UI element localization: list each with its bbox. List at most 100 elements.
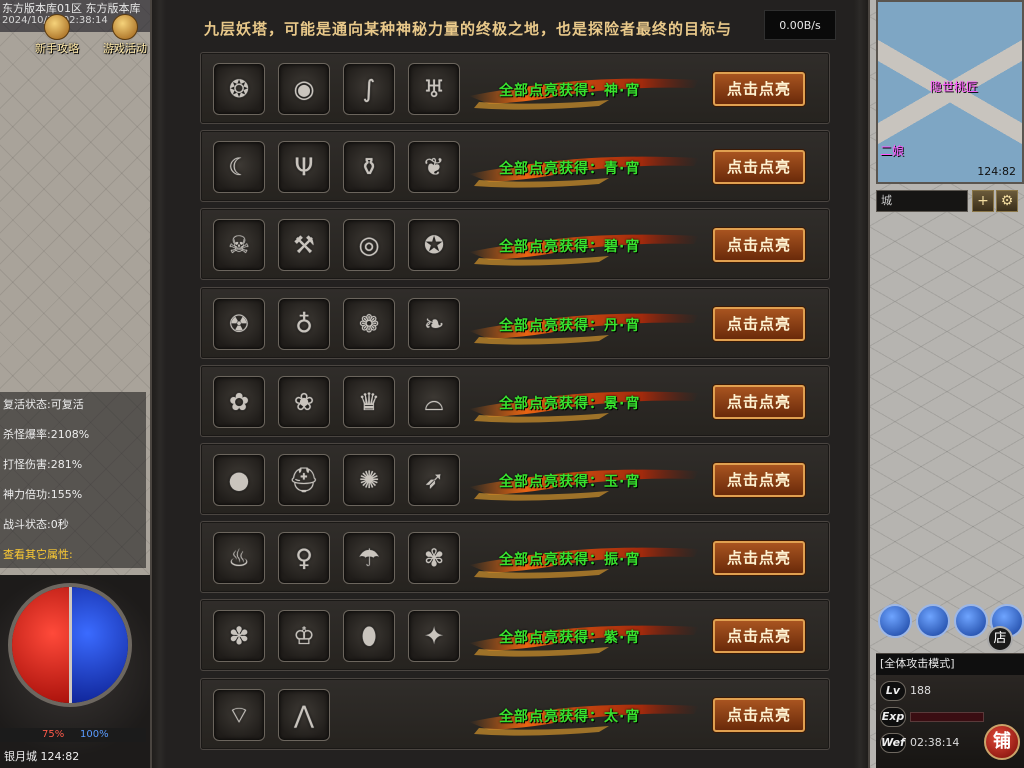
guide-icon <box>44 14 70 40</box>
light-up-button[interactable]: 点击点亮 <box>713 698 805 732</box>
chat-input[interactable]: 城 <box>876 190 968 212</box>
axe-icon: ⚒ <box>293 231 315 259</box>
lantern-icon: ♅ <box>423 75 445 103</box>
reward-text: 全部点亮获得：振·宵 <box>499 552 641 568</box>
level-tag: Lv <box>880 681 906 701</box>
item-slot[interactable]: ⌓ <box>408 376 460 428</box>
light-up-button[interactable]: 点击点亮 <box>713 307 805 341</box>
reward-text: 全部点亮获得：青·宵 <box>499 161 641 177</box>
item-slot[interactable]: ⋀ <box>278 689 330 741</box>
item-slot[interactable]: ⚱ <box>343 141 395 193</box>
light-up-button[interactable]: 点击点亮 <box>713 385 805 419</box>
orb-icon: ✪ <box>423 231 445 259</box>
newbie-guide-button[interactable]: 新手攻略 <box>34 14 80 55</box>
item-slot[interactable]: ❁ <box>343 298 395 350</box>
mp-half <box>70 587 128 703</box>
reward-text: 全部点亮获得：景·宵 <box>499 396 641 412</box>
item-slot[interactable]: ✽ <box>213 610 265 662</box>
item-slot[interactable]: ⬮ <box>343 610 395 662</box>
item-slot[interactable]: ❦ <box>408 141 460 193</box>
shop-button[interactable]: 铺 <box>984 724 1020 760</box>
lotus-icon: ✿ <box>228 388 250 416</box>
item-slot[interactable]: ♁ <box>278 298 330 350</box>
settings-button[interactable]: ⚙ <box>996 190 1018 212</box>
wef-tag: Wef <box>880 733 906 753</box>
item-slot[interactable]: ☂ <box>343 532 395 584</box>
time-row: Wef 02:38:14 <box>880 733 984 755</box>
collection-row: ♨ ♀ ☂ ✾ 全部点亮获得：振·宵 点击点亮 <box>200 521 830 593</box>
item-slot[interactable]: ✺ <box>343 454 395 506</box>
collection-row: ☠ ⚒ ◎ ✪ 全部点亮获得：碧·宵 点击点亮 <box>200 208 830 280</box>
item-slot[interactable]: ✿ <box>213 376 265 428</box>
minimap[interactable]: 隐世桃匠 二娘 124:82 <box>876 0 1024 184</box>
stat-value: 0秒 <box>50 518 69 531</box>
skull-icon: ☢ <box>228 310 250 338</box>
newbie-guide-label: 新手攻略 <box>35 42 79 55</box>
reward-text: 全部点亮获得：太·宵 <box>499 709 641 725</box>
item-slot[interactable]: ✾ <box>408 532 460 584</box>
stat-divine-power: 神力倍功:155% <box>0 482 146 512</box>
compass-icon: ❁ <box>358 310 380 338</box>
exp-tag: Exp <box>880 707 906 727</box>
item-slot[interactable]: ❧ <box>408 298 460 350</box>
light-up-button[interactable]: 点击点亮 <box>713 72 805 106</box>
collection-row: ❂ ◉ ∫ ♅ 全部点亮获得：神·宵 点击点亮 <box>200 52 830 124</box>
light-up-button[interactable]: 点击点亮 <box>713 463 805 497</box>
stat-label: 神力倍功: <box>3 488 51 501</box>
level-row: Lv 188 <box>880 681 984 703</box>
item-slot[interactable]: ❂ <box>213 63 265 115</box>
collection-row: ● ⛑ ✺ ➶ 全部点亮获得：玉·宵 点击点亮 <box>200 443 830 515</box>
stone-icon: ● <box>228 466 250 494</box>
game-events-button[interactable]: 游戏活动 <box>102 14 148 55</box>
item-slot[interactable]: ❀ <box>278 376 330 428</box>
crown-icon: ♔ <box>293 622 315 650</box>
item-slot[interactable]: ◎ <box>343 219 395 271</box>
item-slot[interactable]: ∫ <box>343 63 395 115</box>
item-slot[interactable]: ⚒ <box>278 219 330 271</box>
stat-damage: 打怪伤害:281% <box>0 452 146 482</box>
orb-divider <box>69 587 72 703</box>
flame-crown-icon: ♛ <box>358 388 380 416</box>
collection-row: ✽ ♔ ⬮ ✦ 全部点亮获得：紫·宵 点击点亮 <box>200 599 830 671</box>
shield-skill-icon[interactable] <box>916 604 950 638</box>
item-slot[interactable]: Ψ <box>278 141 330 193</box>
item-slot[interactable]: ☢ <box>213 298 265 350</box>
light-up-button[interactable]: 点击点亮 <box>713 150 805 184</box>
character-skill-icon[interactable] <box>878 604 912 638</box>
item-slot[interactable]: ♀ <box>278 532 330 584</box>
attack-mode-indicator[interactable]: [全体攻击模式] <box>876 653 1024 675</box>
item-slot[interactable]: ♛ <box>343 376 395 428</box>
light-up-button[interactable]: 点击点亮 <box>713 541 805 575</box>
ring-icon: ❂ <box>228 75 250 103</box>
item-slot[interactable]: ⌔ <box>213 689 265 741</box>
item-slot[interactable]: ☠ <box>213 219 265 271</box>
item-slot[interactable]: ♔ <box>278 610 330 662</box>
item-slot[interactable]: ● <box>213 454 265 506</box>
jar-icon: ⚱ <box>358 153 380 181</box>
item-slot[interactable]: ✪ <box>408 219 460 271</box>
add-button[interactable]: + <box>972 190 994 212</box>
item-slot[interactable]: ✦ <box>408 610 460 662</box>
target-skill-icon[interactable] <box>954 604 988 638</box>
item-slot[interactable]: ⛑ <box>278 454 330 506</box>
game-screen: 东方版本库01区 东方版本库 2024/10/17 02:38:14 新手攻略 … <box>0 0 1024 768</box>
nine-tower-dialog: 九层妖塔，可能是通向某种神秘力量的终极之地，也是探险者最终的目标与 0.00B/… <box>150 0 870 768</box>
hp-mp-percent-bar: 75% 100% <box>0 728 146 742</box>
light-up-button[interactable]: 点击点亮 <box>713 228 805 262</box>
stat-value: 155% <box>50 488 83 501</box>
item-slot[interactable]: ☾ <box>213 141 265 193</box>
mp-percent: 100% <box>80 729 109 740</box>
more-attributes-link[interactable]: 查看其它属性: <box>0 542 146 572</box>
item-slot[interactable]: ◉ <box>278 63 330 115</box>
hook-icon: ∫ <box>362 75 376 103</box>
game-events-label: 游戏活动 <box>103 42 147 55</box>
dialog-description: 九层妖塔，可能是通向某种神秘力量的终极之地，也是探险者最终的目标与 <box>204 20 733 38</box>
light-up-button[interactable]: 点击点亮 <box>713 619 805 653</box>
item-slot[interactable]: ➶ <box>408 454 460 506</box>
stat-label: 杀怪爆率: <box>3 428 51 441</box>
item-slot[interactable]: ♨ <box>213 532 265 584</box>
wing-icon: ❧ <box>423 310 445 338</box>
store-button[interactable]: 店 <box>987 626 1013 652</box>
item-slot[interactable]: ♅ <box>408 63 460 115</box>
reward-text: 全部点亮获得：丹·宵 <box>499 318 641 334</box>
